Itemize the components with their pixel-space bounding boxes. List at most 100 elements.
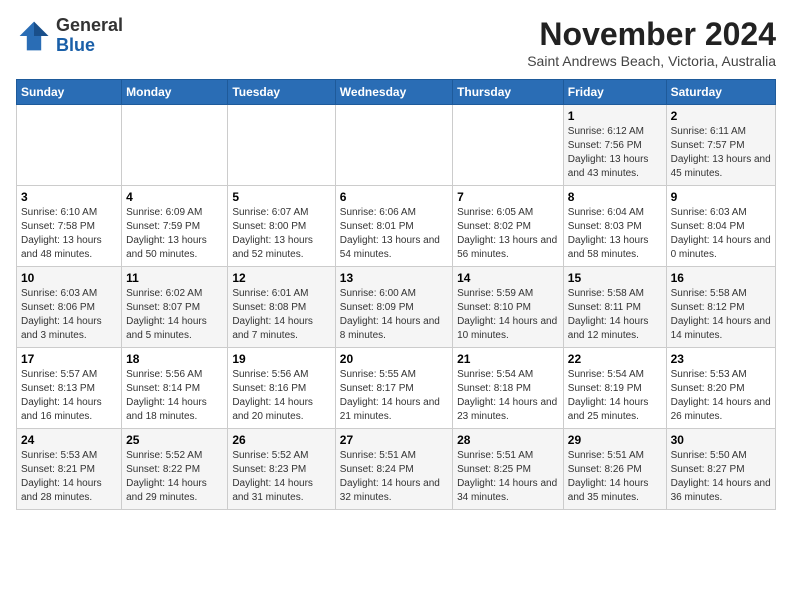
weekday-header-monday: Monday [122,80,228,105]
day-info: Sunrise: 5:53 AM Sunset: 8:20 PM Dayligh… [671,368,771,424]
weekday-header-tuesday: Tuesday [228,80,335,105]
week-row-0: 1Sunrise: 6:12 AM Sunset: 7:56 PM Daylig… [17,105,776,186]
location: Saint Andrews Beach, Victoria, Australia [527,53,776,69]
calendar-cell: 4 Sunrise: 6:09 AM Sunset: 7:59 PM Daylig… [122,186,228,267]
calendar-cell: 12Sunrise: 6:01 AM Sunset: 8:08 PM Dayli… [228,267,335,348]
day-number: 28 [457,433,559,447]
day-number: 27 [340,433,448,447]
weekday-header-thursday: Thursday [453,80,564,105]
calendar-cell: 13Sunrise: 6:00 AM Sunset: 8:09 PM Dayli… [335,267,452,348]
day-info: Sunrise: 5:58 AM Sunset: 8:12 PM Dayligh… [671,287,771,343]
day-info: Sunrise: 5:53 AM Sunset: 8:21 PM Dayligh… [21,449,117,505]
day-info: Sunrise: 5:54 AM Sunset: 8:19 PM Dayligh… [568,368,662,424]
day-info: Sunrise: 5:55 AM Sunset: 8:17 PM Dayligh… [340,368,448,424]
calendar-cell: 2 Sunrise: 6:11 AM Sunset: 7:57 PM Daylig… [666,105,775,186]
day-number: 8 [568,190,662,204]
day-number: 18 [126,352,223,366]
day-info: Sunrise: 5:52 AM Sunset: 8:22 PM Dayligh… [126,449,223,505]
calendar-cell [17,105,122,186]
calendar-cell: 10Sunrise: 6:03 AM Sunset: 8:06 PM Dayli… [17,267,122,348]
day-number: 24 [21,433,117,447]
calendar-table: SundayMondayTuesdayWednesdayThursdayFrid… [16,79,776,510]
day-info: Sunrise: 5:58 AM Sunset: 8:11 PM Dayligh… [568,287,662,343]
calendar-cell: 18 Sunrise: 5:56 AM Sunset: 8:14 PM Dayli… [122,348,228,429]
calendar-cell [453,105,564,186]
logo-general: General [56,15,123,35]
day-number: 13 [340,271,448,285]
day-number: 15 [568,271,662,285]
calendar-cell: 19 Sunrise: 5:56 AM Sunset: 8:16 PM Dayli… [228,348,335,429]
calendar-cell: 9Sunrise: 6:03 AM Sunset: 8:04 PM Daylig… [666,186,775,267]
day-info: Sunrise: 6:10 AM Sunset: 7:58 PM Dayligh… [21,206,117,262]
calendar-cell: 26Sunrise: 5:52 AM Sunset: 8:23 PM Dayli… [228,429,335,510]
calendar-cell: 17Sunrise: 5:57 AM Sunset: 8:13 PM Dayli… [17,348,122,429]
day-number: 7 [457,190,559,204]
page-header: General Blue November 2024 Saint Andrews… [16,16,776,69]
calendar-cell [122,105,228,186]
calendar-cell: 11 Sunrise: 6:02 AM Sunset: 8:07 PM Dayli… [122,267,228,348]
logo: General Blue [16,16,123,56]
day-info: Sunrise: 6:09 AM Sunset: 7:59 PM Dayligh… [126,206,223,262]
calendar-cell: 1Sunrise: 6:12 AM Sunset: 7:56 PM Daylig… [563,105,666,186]
day-info: Sunrise: 5:54 AM Sunset: 8:18 PM Dayligh… [457,368,559,424]
day-info: Sunrise: 5:51 AM Sunset: 8:26 PM Dayligh… [568,449,662,505]
weekday-header-saturday: Saturday [666,80,775,105]
calendar-cell: 27Sunrise: 5:51 AM Sunset: 8:24 PM Dayli… [335,429,452,510]
calendar-cell: 15 Sunrise: 5:58 AM Sunset: 8:11 PM Dayli… [563,267,666,348]
calendar-cell: 8 Sunrise: 6:04 AM Sunset: 8:03 PM Daylig… [563,186,666,267]
calendar-cell: 20Sunrise: 5:55 AM Sunset: 8:17 PM Dayli… [335,348,452,429]
week-row-4: 24 Sunrise: 5:53 AM Sunset: 8:21 PM Dayli… [17,429,776,510]
day-info: Sunrise: 6:03 AM Sunset: 8:06 PM Dayligh… [21,287,117,343]
weekday-header-wednesday: Wednesday [335,80,452,105]
calendar-cell: 14Sunrise: 5:59 AM Sunset: 8:10 PM Dayli… [453,267,564,348]
day-number: 16 [671,271,771,285]
logo-blue: Blue [56,35,95,55]
day-info: Sunrise: 5:52 AM Sunset: 8:23 PM Dayligh… [232,449,330,505]
weekday-header-friday: Friday [563,80,666,105]
day-number: 25 [126,433,223,447]
day-number: 23 [671,352,771,366]
calendar-cell: 21Sunrise: 5:54 AM Sunset: 8:18 PM Dayli… [453,348,564,429]
day-info: Sunrise: 5:57 AM Sunset: 8:13 PM Dayligh… [21,368,117,424]
day-info: Sunrise: 6:07 AM Sunset: 8:00 PM Dayligh… [232,206,330,262]
calendar-cell: 30 Sunrise: 5:50 AM Sunset: 8:27 PM Dayli… [666,429,775,510]
logo-icon [16,18,52,54]
day-number: 6 [340,190,448,204]
calendar-cell: 6Sunrise: 6:06 AM Sunset: 8:01 PM Daylig… [335,186,452,267]
calendar-cell: 28 Sunrise: 5:51 AM Sunset: 8:25 PM Dayli… [453,429,564,510]
calendar-cell: 5Sunrise: 6:07 AM Sunset: 8:00 PM Daylig… [228,186,335,267]
day-info: Sunrise: 6:02 AM Sunset: 8:07 PM Dayligh… [126,287,223,343]
day-number: 30 [671,433,771,447]
day-info: Sunrise: 6:05 AM Sunset: 8:02 PM Dayligh… [457,206,559,262]
calendar-cell: 16 Sunrise: 5:58 AM Sunset: 8:12 PM Dayli… [666,267,775,348]
calendar-cell: 3 Sunrise: 6:10 AM Sunset: 7:58 PM Daylig… [17,186,122,267]
calendar-cell: 22 Sunrise: 5:54 AM Sunset: 8:19 PM Dayli… [563,348,666,429]
title-block: November 2024 Saint Andrews Beach, Victo… [527,16,776,69]
day-number: 4 [126,190,223,204]
day-info: Sunrise: 6:11 AM Sunset: 7:57 PM Dayligh… [671,125,771,181]
day-info: Sunrise: 6:01 AM Sunset: 8:08 PM Dayligh… [232,287,330,343]
day-number: 19 [232,352,330,366]
weekday-header-sunday: Sunday [17,80,122,105]
day-number: 14 [457,271,559,285]
weekday-header-row: SundayMondayTuesdayWednesdayThursdayFrid… [17,80,776,105]
calendar-cell [228,105,335,186]
day-number: 1 [568,109,662,123]
day-number: 22 [568,352,662,366]
day-info: Sunrise: 5:56 AM Sunset: 8:14 PM Dayligh… [126,368,223,424]
day-number: 2 [671,109,771,123]
month-title: November 2024 [527,16,776,53]
week-row-3: 17Sunrise: 5:57 AM Sunset: 8:13 PM Dayli… [17,348,776,429]
week-row-2: 10Sunrise: 6:03 AM Sunset: 8:06 PM Dayli… [17,267,776,348]
day-info: Sunrise: 5:56 AM Sunset: 8:16 PM Dayligh… [232,368,330,424]
calendar-cell: 7 Sunrise: 6:05 AM Sunset: 8:02 PM Daylig… [453,186,564,267]
day-info: Sunrise: 5:51 AM Sunset: 8:25 PM Dayligh… [457,449,559,505]
day-info: Sunrise: 6:04 AM Sunset: 8:03 PM Dayligh… [568,206,662,262]
day-info: Sunrise: 5:50 AM Sunset: 8:27 PM Dayligh… [671,449,771,505]
day-number: 29 [568,433,662,447]
day-number: 11 [126,271,223,285]
day-number: 3 [21,190,117,204]
calendar-cell: 25 Sunrise: 5:52 AM Sunset: 8:22 PM Dayli… [122,429,228,510]
calendar-cell: 23 Sunrise: 5:53 AM Sunset: 8:20 PM Dayli… [666,348,775,429]
calendar-cell: 24 Sunrise: 5:53 AM Sunset: 8:21 PM Dayli… [17,429,122,510]
